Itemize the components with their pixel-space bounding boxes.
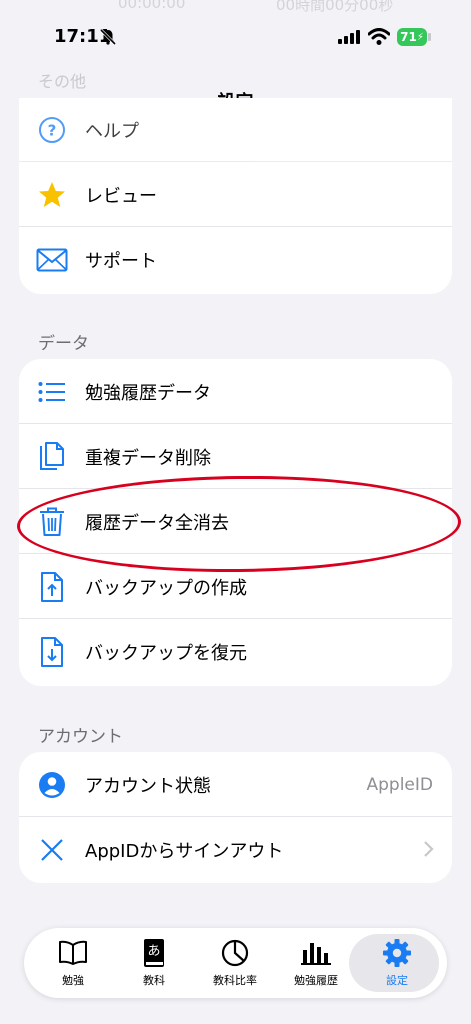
tab-study-history-label: 勉強履歴 — [294, 974, 338, 987]
list-icon — [36, 376, 68, 408]
support-label: サポート — [85, 250, 157, 272]
star-icon — [36, 179, 68, 211]
tab-study[interactable]: 勉強 — [33, 928, 113, 998]
svg-text:あ: あ — [147, 944, 160, 959]
wifi-icon — [368, 28, 390, 45]
duplicate-document-icon — [36, 441, 68, 473]
clear-all-history-label: 履歴データ全消去 — [85, 512, 229, 534]
other-settings-card: ? ヘルプ レビュー サポート — [19, 98, 452, 294]
person-circle-icon — [36, 769, 68, 801]
dictionary-icon: あ — [139, 938, 169, 968]
pie-chart-icon — [220, 938, 250, 968]
tab-subjects-label: 教科 — [143, 974, 165, 987]
document-upload-icon — [36, 571, 68, 603]
help-label: ヘルプ — [85, 121, 139, 142]
support-row[interactable]: サポート — [19, 227, 452, 292]
delete-duplicates-label: 重複データ削除 — [85, 447, 211, 469]
svg-text:?: ? — [48, 122, 57, 140]
status-bar: 00:00:00 00時間00分00秒 17:11 71 ⚡ — [0, 0, 471, 70]
account-status-row[interactable]: アカウント状態 AppleID — [19, 752, 452, 817]
document-download-icon — [36, 636, 68, 668]
battery-level: 71 — [400, 30, 417, 44]
trash-icon — [36, 506, 68, 538]
bar-chart-icon — [301, 938, 331, 968]
tab-subject-ratio[interactable]: 教科比率 — [195, 928, 275, 998]
account-status-value: AppleID — [366, 774, 434, 795]
restore-backup-label: バックアップを復元 — [85, 642, 247, 664]
charging-bolt-icon: ⚡ — [416, 31, 424, 43]
data-settings-card: 勉強履歴データ 重複データ削除 履歴データ全消去 バックアップの作成 バックアッ… — [19, 359, 452, 686]
study-history-label: 勉強履歴データ — [85, 382, 211, 404]
battery-tip — [428, 33, 431, 41]
account-status-label: アカウント状態 — [85, 775, 211, 797]
restore-backup-row[interactable]: バックアップを復元 — [19, 619, 452, 684]
ghost-timer-text: 00:00:00 — [118, 0, 186, 12]
chevron-right-icon — [424, 841, 434, 857]
envelope-icon — [36, 244, 68, 276]
battery-indicator: 71 ⚡ — [397, 28, 427, 46]
tab-study-label: 勉強 — [62, 974, 84, 987]
help-circle-icon: ? — [36, 114, 68, 146]
gear-icon — [382, 938, 412, 968]
ghost-duration-text: 00時間00分00秒 — [276, 0, 394, 14]
create-backup-row[interactable]: バックアップの作成 — [19, 554, 452, 619]
review-row[interactable]: レビュー — [19, 162, 452, 227]
help-row[interactable]: ? ヘルプ — [19, 98, 452, 162]
cellular-signal-icon — [338, 30, 360, 44]
x-mark-icon — [36, 834, 68, 866]
account-settings-card: アカウント状態 AppleID AppIDからサインアウト — [19, 752, 452, 883]
tab-subjects[interactable]: あ 教科 — [114, 928, 194, 998]
clear-all-history-row[interactable]: 履歴データ全消去 — [19, 489, 452, 554]
book-icon — [58, 938, 88, 968]
sign-out-row[interactable]: AppIDからサインアウト — [19, 817, 452, 882]
tab-study-history[interactable]: 勉強履歴 — [276, 928, 356, 998]
sign-out-label: AppIDからサインアウト — [85, 840, 284, 862]
review-label: レビュー — [85, 185, 157, 207]
study-history-row[interactable]: 勉強履歴データ — [19, 359, 452, 424]
tab-bar: 勉強 あ 教科 教科比率 勉強履歴 設定 — [24, 928, 447, 998]
create-backup-label: バックアップの作成 — [85, 577, 247, 599]
tab-settings[interactable]: 設定 — [349, 928, 439, 998]
delete-duplicates-row[interactable]: 重複データ削除 — [19, 424, 452, 489]
bell-slash-icon — [99, 28, 117, 46]
tab-subject-ratio-label: 教科比率 — [213, 974, 257, 987]
account-section-header: アカウント — [38, 727, 123, 747]
data-section-header: データ — [38, 334, 89, 354]
tab-settings-label: 設定 — [386, 974, 408, 987]
